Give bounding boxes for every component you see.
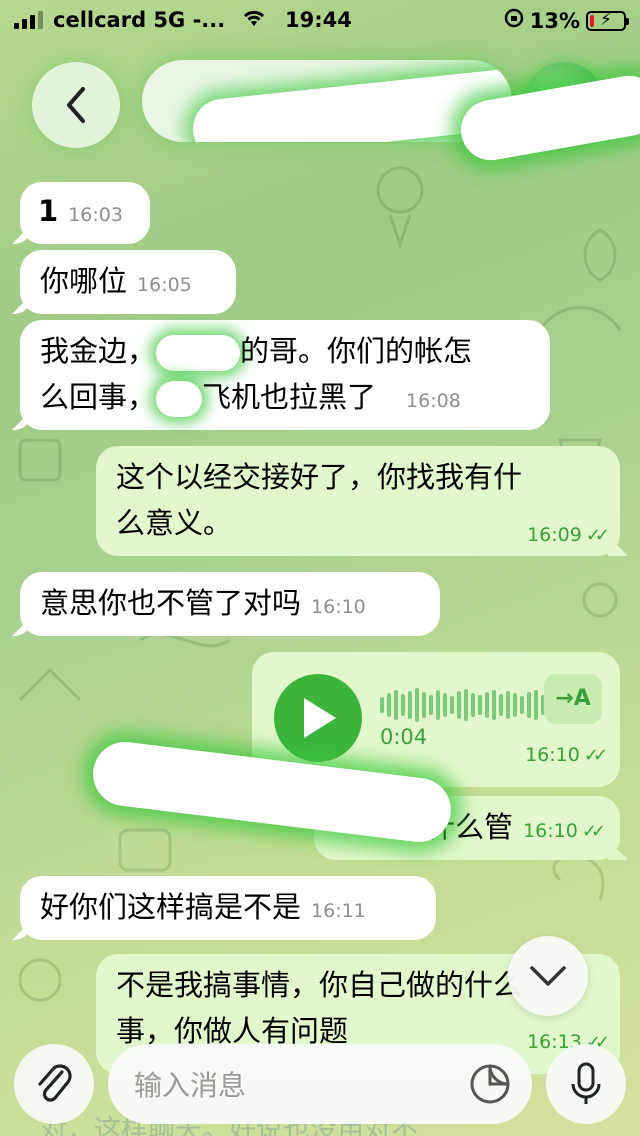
transcribe-button[interactable]: →A <box>544 674 602 724</box>
waveform-bar <box>380 697 384 713</box>
waveform-bar <box>443 693 447 717</box>
composer-bar: 输入消息 <box>0 1020 640 1136</box>
message-time: 16:05 <box>137 274 192 296</box>
waveform-bar <box>534 690 538 720</box>
double-check-icon: ✓✓ <box>581 821 606 842</box>
redaction-blob <box>156 381 203 417</box>
double-check-icon: ✓✓ <box>585 525 610 546</box>
waveform-bar <box>513 693 517 717</box>
waveform-bar <box>492 690 496 720</box>
back-button[interactable] <box>32 62 120 148</box>
carrier-label: cellcard 5G -... <box>53 8 226 32</box>
scroll-down-button[interactable] <box>508 936 588 1016</box>
signal-icon <box>14 11 43 29</box>
battery-icon: ⚡ <box>586 10 629 31</box>
waveform-bar <box>485 692 489 718</box>
waveform-bar <box>422 692 426 718</box>
message-time: 16:11 <box>311 900 366 922</box>
waveform-bar <box>401 694 405 716</box>
status-bar: cellcard 5G -... 19:44 13% ⚡ <box>0 0 640 40</box>
chevron-left-icon <box>67 87 85 123</box>
waveform-bar <box>478 695 482 715</box>
waveform-bar <box>387 693 391 717</box>
chat-title[interactable]: 上线 <box>142 60 512 142</box>
message-text: 我金边， <box>40 334 157 368</box>
message-text: 你哪位 <box>40 264 128 298</box>
message-text: 意思你也不管了对吗 <box>40 586 302 620</box>
message-bubble[interactable]: 这个以经交接好了，你找我有什 么意义。 16:09 ✓✓ <box>96 446 620 556</box>
message-bubble[interactable]: 我金边， 的哥。你们的帐怎 么回事， 飞机也拉黑了 16:08 <box>20 320 550 430</box>
message-input[interactable]: 输入消息 <box>108 1044 532 1124</box>
message-text: 的哥。你们的帐怎 <box>240 334 473 368</box>
waveform-bar <box>520 696 524 714</box>
play-icon <box>304 698 336 738</box>
waveform-bar <box>394 690 398 720</box>
message-text: 这个以经交接好了，你找我有什 <box>116 460 523 494</box>
message-bubble[interactable]: 1 16:03 <box>20 182 150 244</box>
message-time: 16:08 <box>406 390 461 412</box>
message-time: 16:10 <box>525 744 580 766</box>
redaction-blob <box>156 335 241 371</box>
waveform-bar <box>429 695 433 715</box>
waveform-bar <box>506 691 510 719</box>
waveform-bar <box>527 692 531 718</box>
message-text: 么回事， <box>40 380 157 414</box>
message-time: 16:09 <box>527 524 582 546</box>
message-time: 16:03 <box>68 204 123 226</box>
orientation-lock-icon <box>504 8 524 33</box>
waveform-bar <box>415 688 419 722</box>
waveform-bar <box>464 689 468 721</box>
battery-percent: 13% <box>529 8 580 33</box>
waveform-bar <box>457 691 461 719</box>
attach-button[interactable] <box>14 1044 94 1124</box>
waveform-bar <box>471 693 475 717</box>
message-time: 16:10 <box>311 596 366 618</box>
microphone-icon <box>571 1062 601 1104</box>
message-text: 好你们这样搞是不是 <box>40 890 302 924</box>
clock: 19:44 <box>285 8 352 32</box>
waveform-bar <box>450 696 454 714</box>
message-text: 1 <box>38 194 59 228</box>
paperclip-icon <box>38 1064 72 1102</box>
message-bubble[interactable]: 好你们这样搞是不是 16:11 <box>20 876 436 940</box>
wifi-icon <box>241 8 267 33</box>
waveform-bar <box>408 691 412 719</box>
chevron-down-icon <box>530 966 566 986</box>
message-bubble[interactable]: 意思你也不管了对吗 16:10 <box>20 572 440 636</box>
message-input-placeholder: 输入消息 <box>134 1069 247 1102</box>
play-button[interactable] <box>274 674 362 762</box>
voice-duration: 0:04 <box>380 725 428 749</box>
double-check-icon: ✓✓ <box>583 745 608 766</box>
waveform-bar <box>499 694 503 716</box>
message-bubble[interactable]: 你哪位 16:05 <box>20 250 236 314</box>
waveform[interactable] <box>380 688 545 722</box>
waveform-bar <box>436 690 440 720</box>
microphone-button[interactable] <box>546 1044 626 1124</box>
sticker-icon[interactable] <box>468 1062 512 1106</box>
message-time: 16:10 <box>523 820 578 842</box>
message-text: 飞机也拉黑了 <box>202 380 377 414</box>
